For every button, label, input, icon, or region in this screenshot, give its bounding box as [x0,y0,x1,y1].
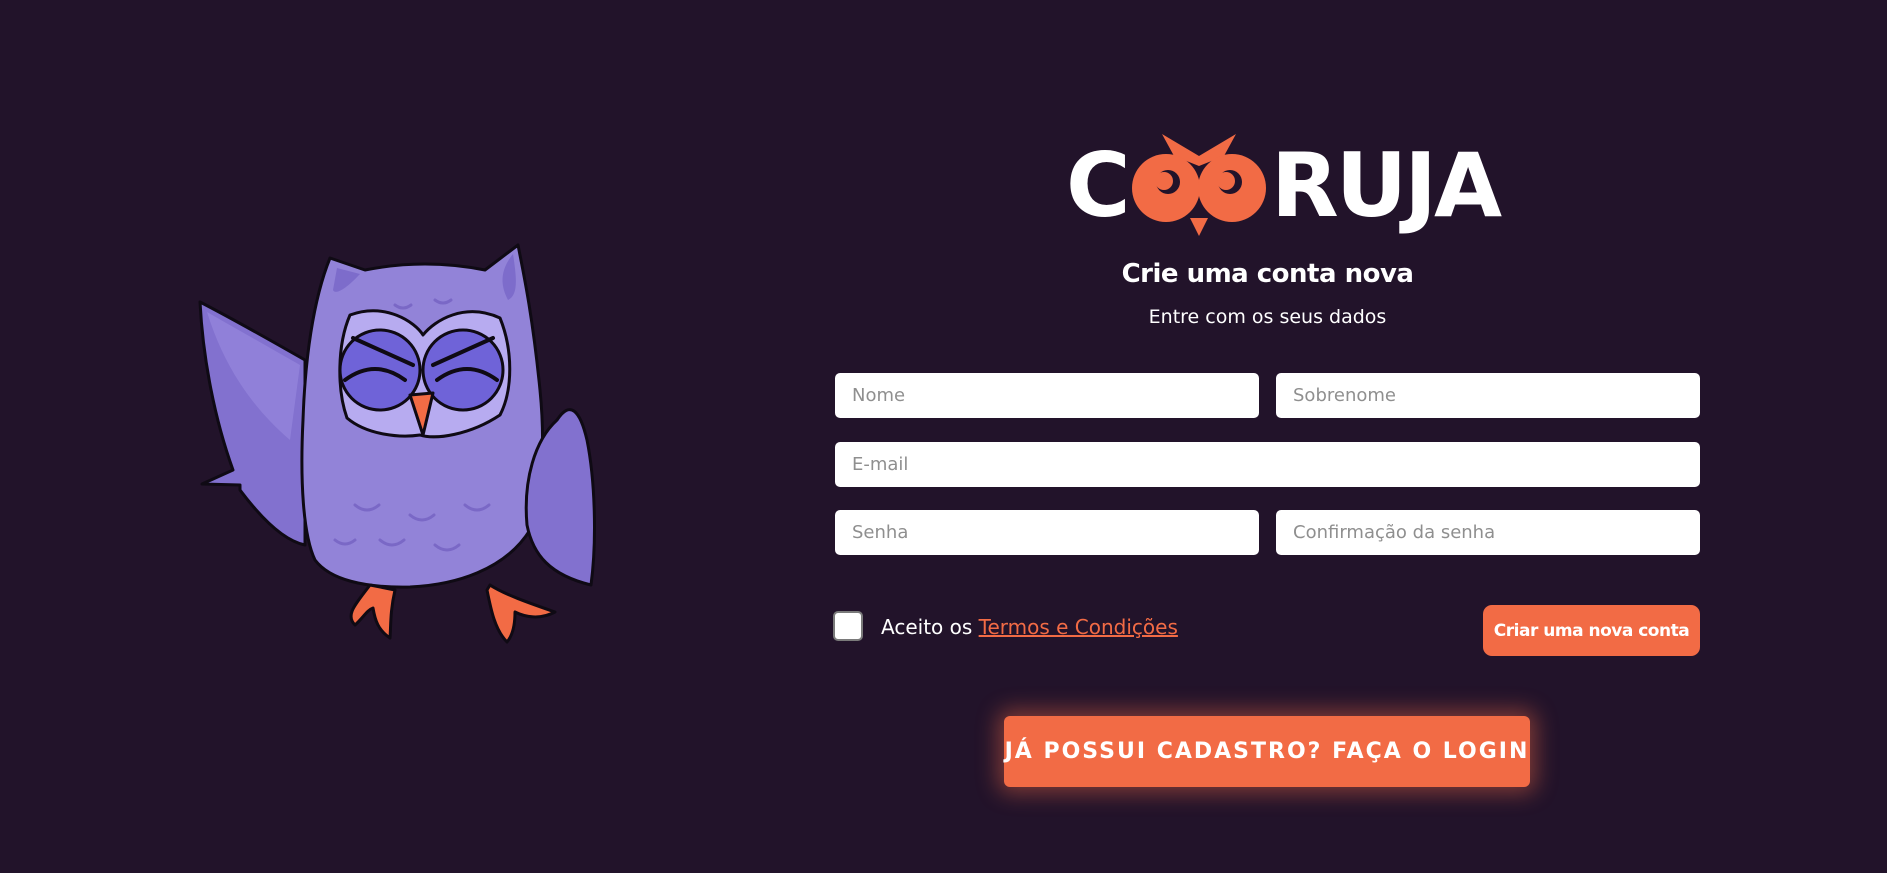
signup-page: C RUJA Crie uma conta nova Entre com os … [0,0,1887,873]
last-name-input[interactable] [1276,373,1700,418]
create-account-button[interactable]: Criar uma nova conta [1483,605,1700,656]
cooruja-logo: C RUJA [1064,126,1502,242]
form-subtitle: Entre com os seus dados [1148,306,1387,328]
terms-checkbox[interactable] [833,611,863,641]
logo-letters-ruja: RUJA [1271,134,1502,237]
password-confirm-input[interactable] [1276,510,1700,555]
terms-link[interactable]: Termos e Condições [979,615,1178,639]
owl-eyes-logo-icon [1132,134,1266,236]
terms-label: Aceito os Termos e Condições [881,615,1178,639]
login-button[interactable]: JÁ POSSUI CADASTRO? FAÇA O LOGIN [1004,716,1530,787]
email-input[interactable] [835,442,1700,487]
password-input[interactable] [835,510,1259,555]
logo-letter-c: C [1066,134,1131,237]
terms-prefix: Aceito os [881,615,979,639]
form-title: Crie uma conta nova [1121,259,1414,289]
owl-mascot-illustration [198,243,596,644]
first-name-input[interactable] [835,373,1259,418]
